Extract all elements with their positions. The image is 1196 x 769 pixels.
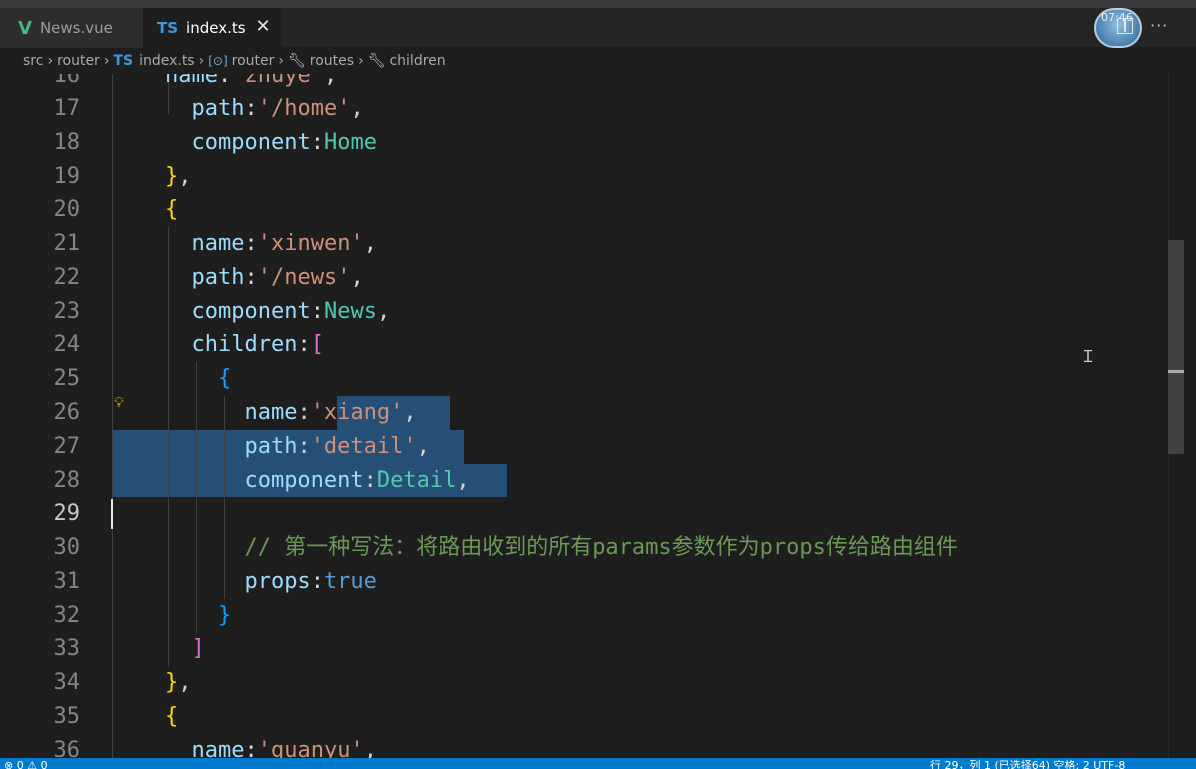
code-line: 36 name:'guanyu', bbox=[53, 738, 377, 758]
mouse-ibeam-icon: Ｉ bbox=[1080, 347, 1097, 366]
tab-index-ts[interactable]: TS index.ts ✕ bbox=[143, 8, 281, 48]
more-actions-icon[interactable]: ··· bbox=[1150, 16, 1168, 35]
chevron-right-icon: › bbox=[278, 53, 284, 69]
code-line: 35 { bbox=[53, 704, 179, 729]
breadcrumb-item-router-variable[interactable]: [⊙] router bbox=[208, 53, 274, 69]
text-cursor bbox=[111, 499, 113, 529]
chevron-right-icon: › bbox=[358, 53, 364, 69]
code-line: 16 name:'zhuye', bbox=[53, 74, 338, 88]
tab-label: News.vue bbox=[39, 19, 113, 37]
breadcrumb-item-routes[interactable]: 🔧︎ routes bbox=[288, 53, 354, 69]
breadcrumb: src › router › TS index.ts › [⊙] router … bbox=[0, 48, 1196, 74]
variable-icon: [⊙] bbox=[208, 54, 228, 68]
code-line: 21 name:'xinwen', bbox=[53, 231, 377, 256]
code-line-current: 29 bbox=[53, 501, 81, 526]
breadcrumb-item-src[interactable]: src bbox=[23, 53, 43, 69]
typescript-file-icon: TS bbox=[113, 53, 134, 69]
split-editor-icon[interactable] bbox=[1117, 18, 1133, 34]
code-line: 27 path:'detail', bbox=[53, 434, 430, 459]
code-line: 32 } bbox=[53, 603, 232, 628]
code-line: 25 { bbox=[53, 366, 232, 391]
code-line: 22 path:'/news', bbox=[53, 265, 364, 290]
code-line: 33 ] bbox=[53, 636, 205, 661]
status-bar: ⊗ 0 ⚠ 0 行 29，列 1 (已选择64) 空格: 2 UTF-8 bbox=[0, 758, 1196, 769]
problems-indicator[interactable]: ⊗ 0 ⚠ 0 bbox=[4, 760, 48, 769]
code-line: 24 children:[ bbox=[53, 332, 324, 357]
scrollbar-thumb[interactable] bbox=[1168, 240, 1184, 454]
code-line: 34 }, bbox=[53, 670, 192, 695]
code-line: 17 path:'/home', bbox=[53, 96, 364, 121]
wrench-icon: 🔧︎ bbox=[288, 53, 306, 69]
breadcrumb-item-children[interactable]: 🔧︎ children bbox=[368, 53, 446, 69]
code-line: 19 }, bbox=[53, 164, 192, 189]
code-line: 30 // 第一种写法：将路由收到的所有params参数作为props传给路由组… bbox=[53, 535, 958, 560]
code-line: 26 name:'xiang', bbox=[53, 400, 417, 425]
code-line: 20 { bbox=[53, 197, 179, 222]
tab-label: index.ts bbox=[186, 19, 246, 37]
tab-news-vue[interactable]: V News.vue bbox=[0, 8, 143, 48]
breadcrumb-item-index-ts[interactable]: TS index.ts bbox=[113, 53, 194, 69]
close-icon[interactable]: ✕ bbox=[253, 17, 273, 37]
code-line: 23 component:News, bbox=[53, 299, 391, 324]
scrollbar-cursor-marker bbox=[1168, 370, 1184, 373]
code-line: 31 props:true bbox=[53, 569, 377, 594]
code-line: 18 component:Home bbox=[53, 130, 377, 155]
wrench-icon: 🔧︎ bbox=[367, 53, 386, 69]
title-strip bbox=[0, 0, 1196, 8]
code-line: 28 component:Detail, bbox=[53, 468, 470, 493]
chevron-right-icon: › bbox=[47, 53, 54, 69]
code-editor[interactable]: 16 name:'zhuye', 17 path:'/home', 18 com… bbox=[0, 74, 1196, 758]
typescript-file-icon: TS bbox=[157, 19, 179, 37]
cursor-position-indicator[interactable]: 行 29，列 1 (已选择64) 空格: 2 UTF-8 bbox=[930, 760, 1125, 769]
chevron-right-icon: › bbox=[103, 53, 110, 69]
breadcrumb-item-router-folder[interactable]: router bbox=[57, 53, 100, 69]
editor-tab-bar: V News.vue TS index.ts ✕ 07:46 ··· bbox=[0, 8, 1196, 48]
chevron-right-icon: › bbox=[198, 53, 205, 69]
vue-file-icon: V bbox=[18, 17, 32, 39]
lightbulb-icon[interactable]: 💡︎ bbox=[114, 395, 128, 411]
